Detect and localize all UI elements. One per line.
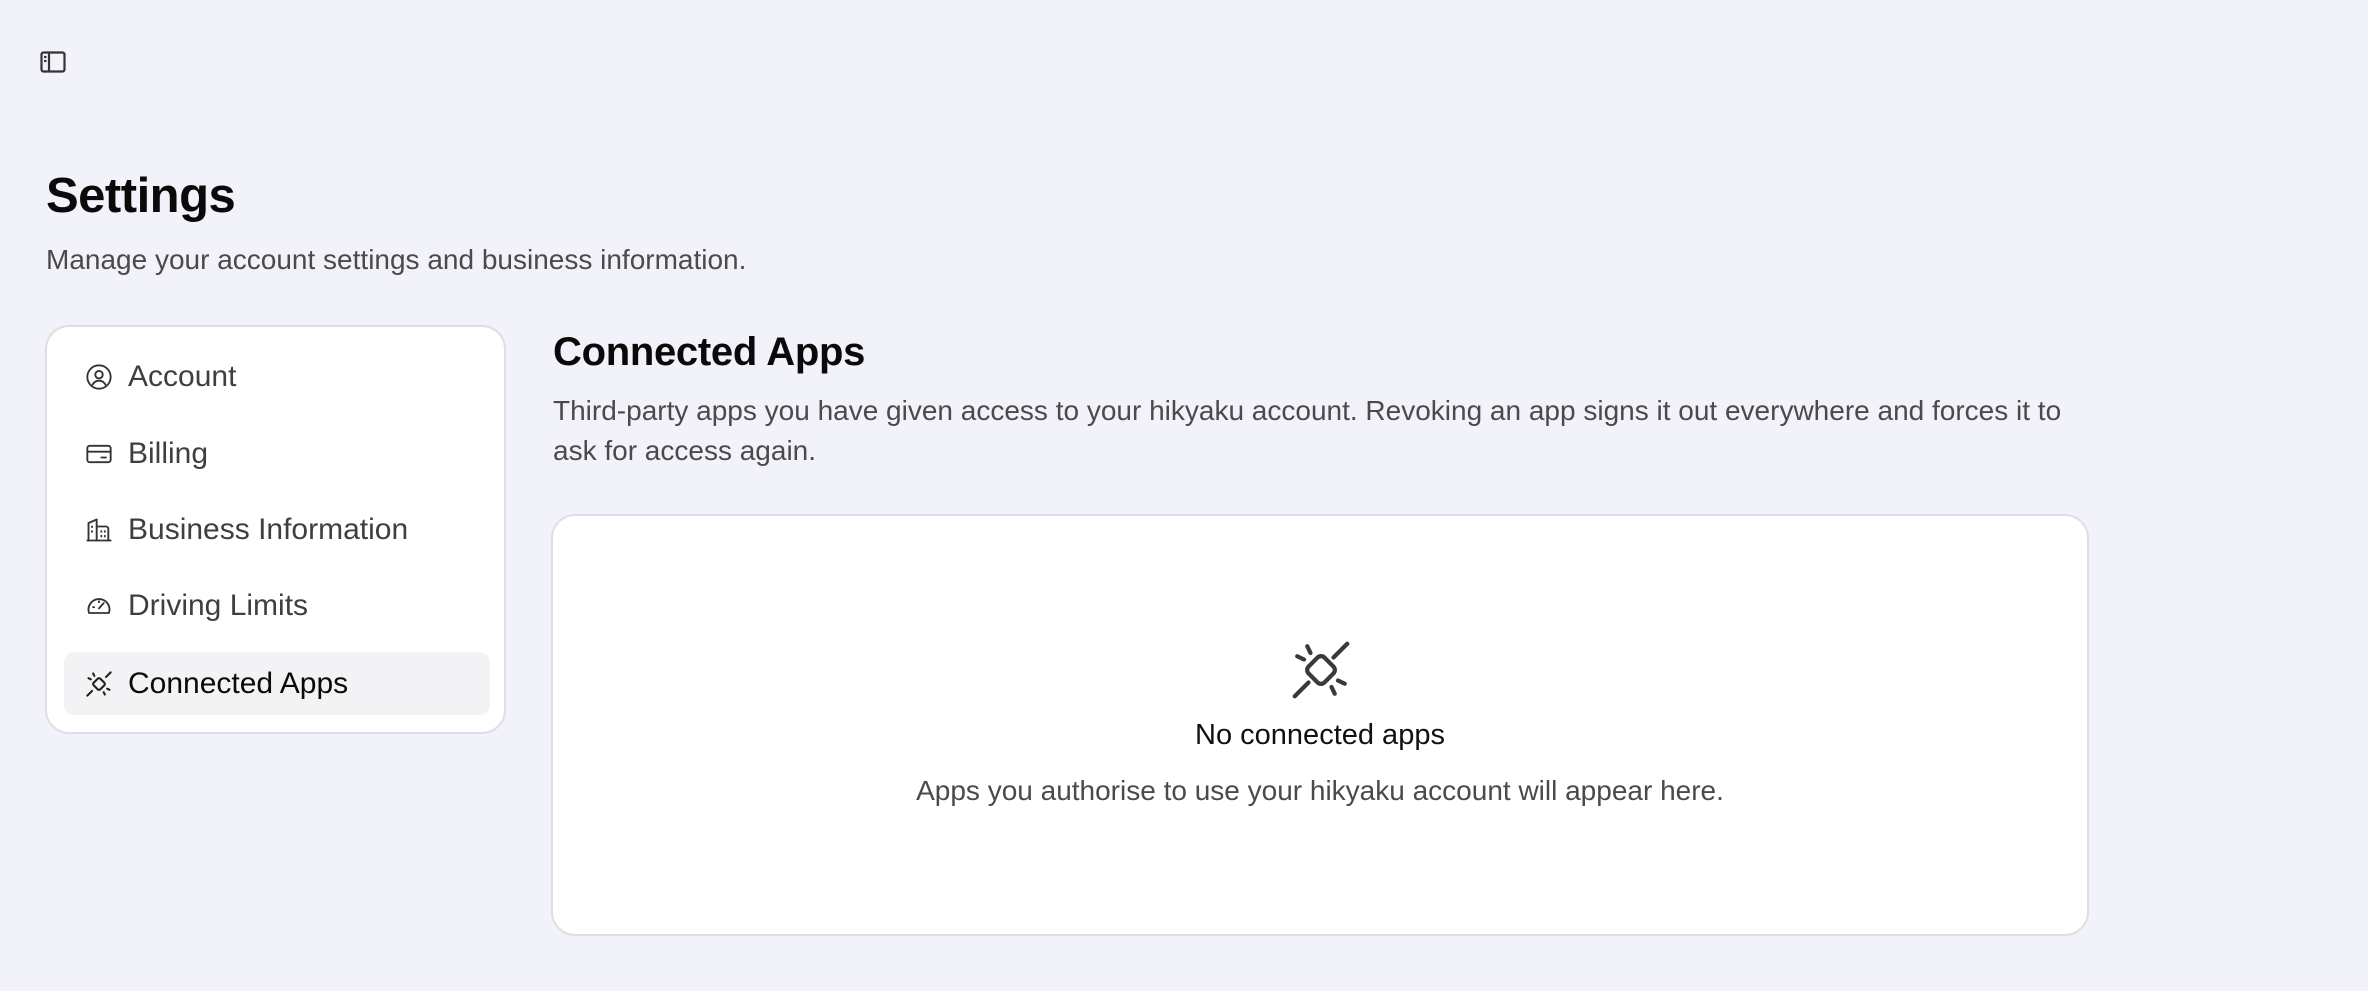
empty-state-title: No connected apps xyxy=(1195,719,1445,751)
page-title: Settings xyxy=(46,169,236,223)
nav-item-connected-apps[interactable]: Connected Apps xyxy=(64,652,490,715)
nav-item-account[interactable]: Account xyxy=(64,345,490,408)
nav-item-business-information[interactable]: Business Information xyxy=(64,498,490,561)
nav-item-label: Business Information xyxy=(128,512,409,546)
nav-item-label: Billing xyxy=(128,436,209,470)
empty-state-card: No connected apps Apps you authorise to … xyxy=(551,514,2089,936)
settings-nav: Account Billing Business Information Dri… xyxy=(45,325,506,734)
section-title: Connected Apps xyxy=(553,330,866,374)
user-circle-icon xyxy=(84,362,114,392)
credit-card-icon xyxy=(84,439,114,469)
building-icon xyxy=(84,515,114,545)
sidebar-toggle-icon xyxy=(40,51,66,73)
sidebar-toggle-button[interactable] xyxy=(38,48,68,76)
nav-item-billing[interactable]: Billing xyxy=(64,422,490,485)
section-description: Third-party apps you have given access t… xyxy=(553,395,2062,466)
nav-item-label: Connected Apps xyxy=(128,666,349,700)
nav-item-driving-limits[interactable]: Driving Limits xyxy=(64,574,490,637)
nav-item-label: Account xyxy=(128,359,237,393)
nav-item-label: Driving Limits xyxy=(128,588,309,622)
unplug-icon xyxy=(84,669,114,699)
empty-state-description: Apps you authorise to use your hikyaku a… xyxy=(916,775,1724,806)
page-subtitle: Manage your account settings and busines… xyxy=(46,244,747,275)
gauge-icon xyxy=(84,591,114,621)
unplug-icon xyxy=(1292,641,1350,699)
